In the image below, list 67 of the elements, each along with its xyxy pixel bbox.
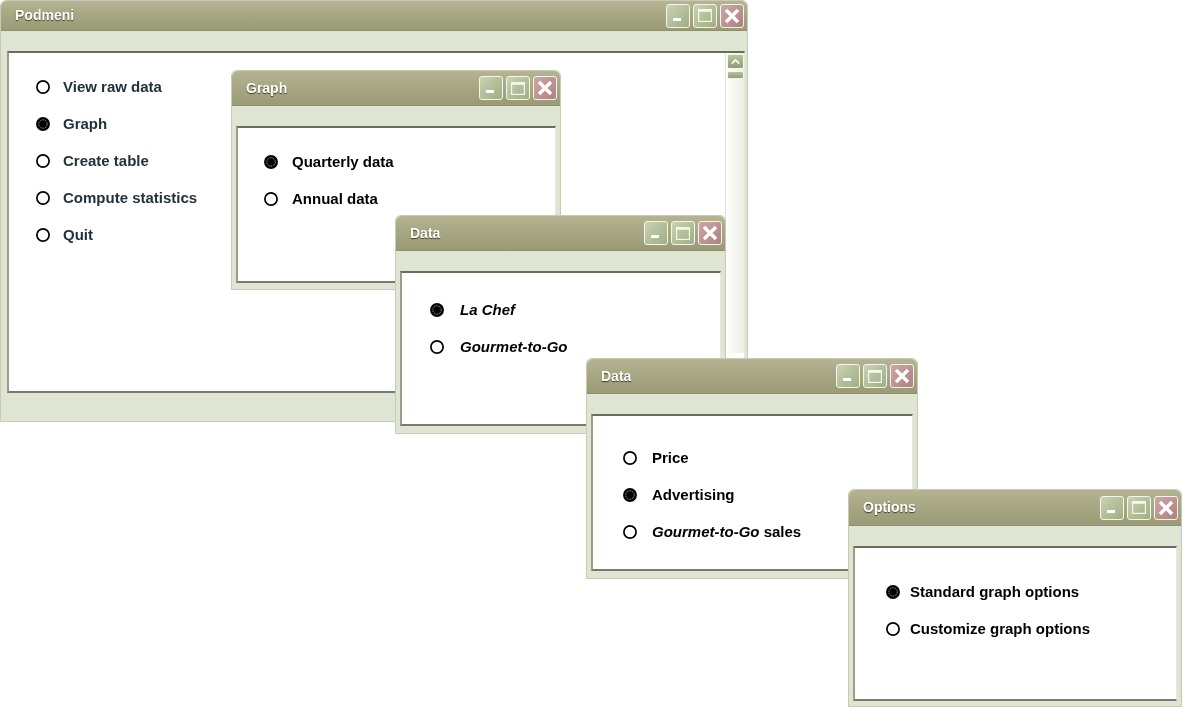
radio-button[interactable] <box>623 451 637 465</box>
minimize-button[interactable] <box>644 221 668 245</box>
minimize-button[interactable] <box>836 364 860 388</box>
close-icon <box>1158 499 1174 516</box>
option-label: Gourmet-to-Go <box>460 336 568 357</box>
close-button[interactable] <box>1154 495 1178 520</box>
maximize-icon <box>868 369 882 383</box>
option-label: Compute statistics <box>63 187 198 208</box>
radio-button[interactable] <box>36 117 50 131</box>
minimize-icon <box>1107 509 1115 513</box>
radio-button[interactable] <box>36 154 50 168</box>
radio-button[interactable] <box>886 585 900 599</box>
minimize-icon <box>651 235 659 238</box>
window-title: Data <box>601 366 632 386</box>
close-icon <box>702 225 718 241</box>
maximize-button[interactable] <box>1127 495 1151 520</box>
maximize-icon <box>676 226 690 240</box>
radio-button[interactable] <box>36 80 50 94</box>
maximize-button[interactable] <box>506 76 530 100</box>
option-label: Gourmet-to-Go sales <box>652 521 802 542</box>
minimize-icon <box>843 378 851 381</box>
scrollbar[interactable] <box>726 53 744 353</box>
close-icon <box>894 368 910 384</box>
option-label: Annual data <box>292 188 378 209</box>
maximize-icon <box>698 9 712 22</box>
minimize-icon <box>673 17 681 21</box>
close-icon <box>537 80 553 96</box>
option-label: Standard graph options <box>910 581 1080 602</box>
option-label: La Chef <box>460 299 515 320</box>
close-icon <box>724 7 740 24</box>
option-label: Advertising <box>652 484 735 505</box>
radio-button[interactable] <box>264 192 278 206</box>
maximize-icon <box>1132 501 1146 514</box>
radio-button[interactable] <box>264 155 278 169</box>
close-button[interactable] <box>890 364 914 388</box>
radio-button[interactable] <box>36 228 50 242</box>
radio-button[interactable] <box>36 191 50 205</box>
option-label: Quit <box>63 224 93 245</box>
maximize-icon <box>511 81 525 95</box>
maximize-button[interactable] <box>693 3 717 28</box>
option-label: Price <box>652 447 689 468</box>
option-label: Graph <box>63 113 108 134</box>
scroll-up-button[interactable] <box>726 54 744 69</box>
minimize-icon <box>486 90 494 93</box>
window-title: Options <box>863 498 916 517</box>
option-label: Quarterly data <box>292 151 394 172</box>
radio-button[interactable] <box>623 525 637 539</box>
caret-up-icon <box>730 59 740 64</box>
scroll-thumb[interactable] <box>726 71 744 79</box>
minimize-button[interactable] <box>479 76 503 100</box>
option-label: Create table <box>63 150 149 171</box>
radio-button[interactable] <box>886 622 900 636</box>
minimize-button[interactable] <box>666 3 690 28</box>
window-title: Podmeni <box>15 6 75 25</box>
window-title: Data <box>410 223 441 243</box>
radio-button[interactable] <box>623 488 637 502</box>
option-label: View raw data <box>63 76 162 97</box>
close-button[interactable] <box>533 76 557 100</box>
window-title: Graph <box>246 78 288 98</box>
maximize-button[interactable] <box>863 364 887 388</box>
maximize-button[interactable] <box>671 221 695 245</box>
radio-button[interactable] <box>430 340 444 354</box>
close-button[interactable] <box>720 3 744 28</box>
radio-button[interactable] <box>430 303 444 317</box>
option-label: Customize graph options <box>910 618 1090 639</box>
close-button[interactable] <box>698 221 722 245</box>
minimize-button[interactable] <box>1100 495 1124 520</box>
